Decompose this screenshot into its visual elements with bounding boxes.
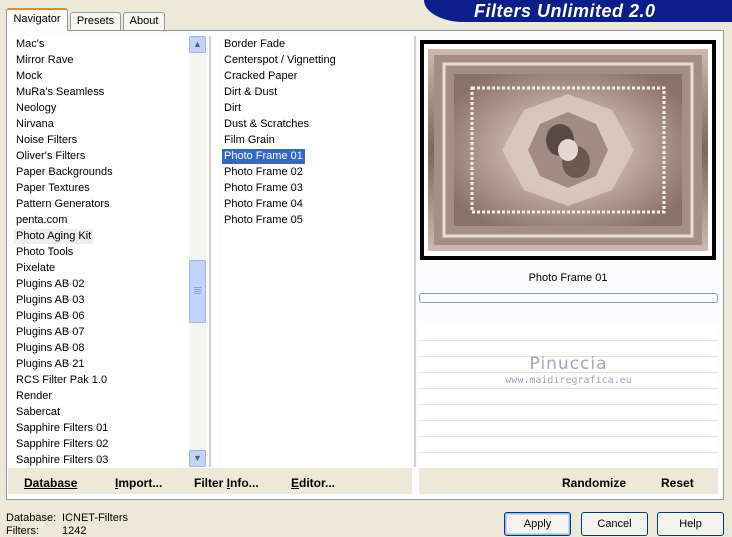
category-item[interactable]: Plugins AB 08 [14,341,87,356]
category-item[interactable]: Plugins AB 02 [14,277,87,292]
filters-info: Filters: 1242 [6,525,86,537]
database-info: Database: ICNET-Filters [6,512,128,524]
filter-info-suffix: nfo... [230,476,259,490]
category-list[interactable]: Mac's Mirror Rave Mock MuRa's Seamless Neolo… [14,36,189,467]
filter-item[interactable]: Border Fade [222,37,287,52]
parameter-row[interactable] [419,422,718,437]
category-item[interactable]: Plugins AB 07 [14,325,87,340]
cancel-button[interactable]: Cancel [581,512,648,536]
category-item[interactable]: Noise Filters [14,133,79,148]
scroll-up-button[interactable]: ▲ [189,36,206,53]
filter-info-button[interactable]: Filter Info... [194,476,259,490]
filter-item[interactable]: Centerspot / Vignetting [222,53,338,68]
editor-suffix: ditor... [299,476,336,490]
category-item[interactable]: RCS Filter Pak 1.0 [14,373,109,388]
filter-item[interactable]: Photo Frame 05 [222,213,305,228]
filter-item[interactable]: Photo Frame 04 [222,197,305,212]
filter-info-prefix: Filter [194,476,227,490]
category-item[interactable]: Sapphire Filters 02 [14,437,110,452]
parameter-row[interactable] [419,454,718,469]
category-scrollbar[interactable]: ▲ ▼ [189,36,206,467]
preview-divider [414,36,416,467]
filter-item[interactable]: Dirt [222,101,243,116]
import-button[interactable]: Import... [115,476,162,490]
category-item[interactable]: Render [14,389,54,404]
category-item[interactable]: Mirror Rave [14,53,75,68]
filter-item[interactable]: Photo Frame 01 [222,149,305,164]
tab-navigator[interactable]: Navigator [6,8,68,31]
filter-list[interactable]: Border Fade Centerspot / Vignetting Cracke… [222,36,412,467]
database-button[interactable]: Database [24,476,77,490]
filter-item[interactable]: Cracked Paper [222,69,299,84]
database-info-value: ICNET-Filters [62,512,128,524]
database-label: Database [24,476,78,490]
list-divider [209,36,211,467]
filter-item[interactable]: Dust & Scratches [222,117,311,132]
editor-hotkey: E [291,476,300,490]
filters-info-value: 1242 [62,525,87,537]
editor-button[interactable]: Editor... [291,476,335,490]
tab-about[interactable]: About [123,12,165,30]
randomize-button[interactable]: Randomize [562,476,626,490]
category-item[interactable]: Paper Backgrounds [14,165,115,180]
category-item[interactable]: Mac's [14,37,46,52]
photo-frame-preview [424,44,712,256]
parameter-row[interactable] [419,406,718,421]
filter-item[interactable]: Film Grain [222,133,277,148]
filter-item[interactable]: Photo Frame 02 [222,165,305,180]
category-item[interactable]: Oliver's Filters [14,149,87,164]
watermark-url: www.maidiregrafica.eu [505,375,632,386]
category-item[interactable]: Mock [14,69,44,84]
scrollbar-thumb[interactable] [189,260,206,324]
database-info-label: Database: [6,512,57,524]
category-item[interactable]: Neology [14,101,58,116]
filters-info-label: Filters: [6,525,39,537]
reset-button[interactable]: Reset [661,476,694,490]
filter-item[interactable]: Photo Frame 03 [222,181,305,196]
import-suffix: mport... [118,476,163,490]
category-item[interactable]: penta.com [14,213,69,228]
watermark-name: Pinuccia [529,354,608,374]
category-item[interactable]: Nirvana [14,117,56,132]
apply-button[interactable]: Apply [504,512,571,536]
tab-presets[interactable]: Presets [70,12,121,30]
category-item[interactable]: Paper Textures [14,181,92,196]
category-item[interactable]: Sapphire Filters 01 [14,421,110,436]
category-item[interactable]: Plugins AB 21 [14,357,87,372]
scroll-down-button[interactable]: ▼ [189,450,206,467]
preview-image [420,40,716,260]
app-title: Filters Unlimited 2.0 [474,1,656,21]
category-item[interactable]: Sabercat [14,405,62,420]
category-item[interactable]: Plugins AB 03 [14,293,87,308]
parameter-row[interactable] [419,390,718,405]
category-item[interactable]: Sapphire Filters 03 [14,453,110,468]
preview-filter-name: Photo Frame 01 [528,272,608,284]
category-item[interactable]: Photo Tools [14,245,75,260]
category-item[interactable]: Plugins AB 06 [14,309,87,324]
category-item[interactable]: MuRa's Seamless [14,85,106,100]
parameter-row[interactable] [419,438,718,453]
help-button[interactable]: Help [657,512,724,536]
parameter-row[interactable] [419,326,718,341]
preview-progress-bar [419,293,718,303]
grip-icon [194,287,201,296]
category-item[interactable]: Photo Aging Kit [14,229,94,244]
category-item[interactable]: Pattern Generators [14,197,112,212]
category-item[interactable]: Pixelate [14,261,57,276]
filter-item[interactable]: Dirt & Dust [222,85,279,100]
